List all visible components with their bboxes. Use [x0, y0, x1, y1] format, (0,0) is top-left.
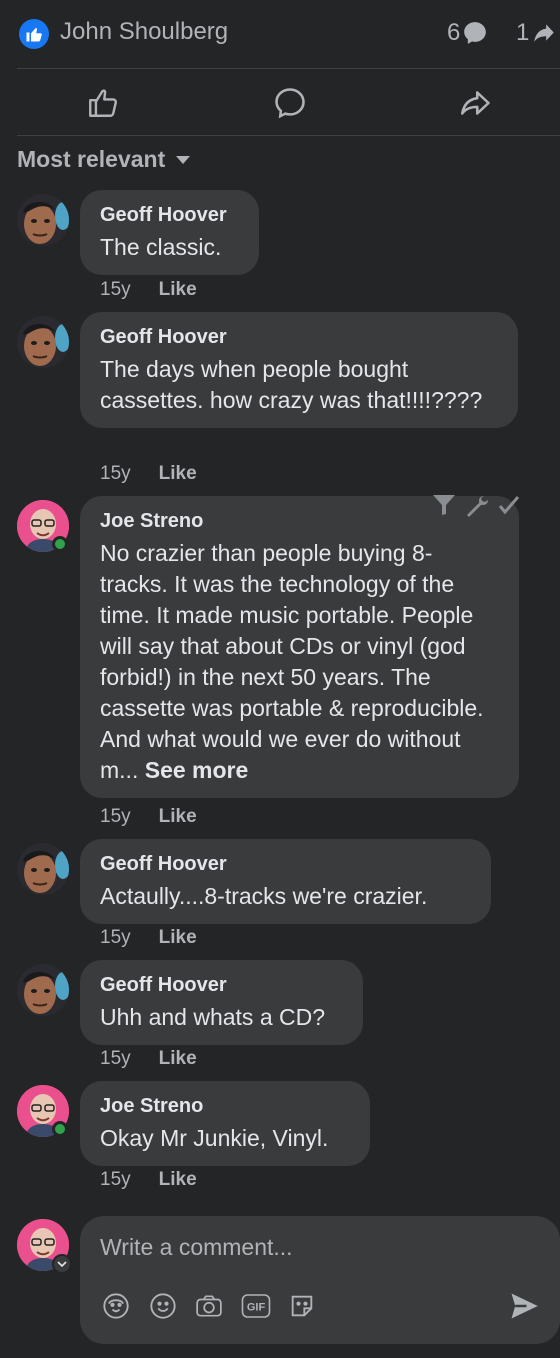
see-more-link[interactable]: See more — [145, 757, 249, 783]
comment-input[interactable] — [100, 1234, 540, 1261]
comment-like-button[interactable]: Like — [159, 1169, 197, 1191]
send-button[interactable] — [508, 1290, 540, 1322]
post-action-bar — [0, 69, 560, 135]
comment-text: The days when people bought cassettes. h… — [100, 356, 483, 413]
filter-icon[interactable] — [432, 494, 456, 516]
like-button[interactable] — [83, 83, 123, 123]
geoff-avatar-icon — [17, 964, 69, 1016]
emoji-button[interactable] — [149, 1292, 177, 1320]
gif-icon: GIF — [241, 1294, 271, 1318]
comment-like-button[interactable]: Like — [159, 806, 197, 828]
camera-icon — [196, 1295, 222, 1317]
camera-button[interactable] — [195, 1292, 223, 1320]
send-icon — [511, 1293, 538, 1319]
online-status-dot — [52, 536, 68, 552]
emoji-icon — [150, 1293, 176, 1319]
avatar-sticker-icon — [103, 1293, 129, 1319]
comment-author[interactable]: Geoff Hoover — [100, 972, 343, 998]
comment-meta: 15y Like — [100, 927, 197, 949]
comment-bubble[interactable]: Geoff Hoover Actaully....8-tracks we're … — [80, 839, 491, 924]
comment-text: No crazier than people buying 8-tracks. … — [100, 538, 499, 786]
share-count[interactable]: 1 — [516, 19, 557, 47]
share-button[interactable] — [455, 83, 495, 123]
wrench-icon[interactable] — [464, 494, 490, 518]
avatar[interactable] — [17, 316, 69, 368]
comment-count-value: 6 — [447, 19, 461, 46]
comment-like-button[interactable]: Like — [159, 463, 197, 485]
like-reaction-badge — [19, 19, 49, 49]
comment-author[interactable]: Geoff Hoover — [100, 324, 498, 350]
thumbs-up-outline-icon — [89, 89, 118, 117]
comment-bubble[interactable]: Joe Streno Okay Mr Junkie, Vinyl. — [80, 1081, 370, 1166]
comment-age[interactable]: 15y — [100, 279, 131, 301]
comment-button[interactable] — [270, 83, 310, 123]
thumbs-up-icon — [26, 28, 42, 42]
chevron-down-icon — [57, 1260, 67, 1267]
avatar-sticker-button[interactable] — [102, 1292, 130, 1320]
comment-text-body: No crazier than people buying 8-tracks. … — [100, 540, 484, 783]
comment-like-button[interactable]: Like — [159, 1048, 197, 1070]
comment-meta: 15y Like — [100, 1048, 197, 1070]
reactor-name-link[interactable]: John Shoulberg — [60, 18, 228, 46]
comment-like-button[interactable]: Like — [159, 927, 197, 949]
avatar[interactable] — [17, 964, 69, 1016]
comment-author[interactable]: Geoff Hoover — [100, 202, 239, 228]
comment-age[interactable]: 15y — [100, 927, 131, 949]
comment-bubble-icon — [464, 22, 487, 44]
gif-button[interactable]: GIF — [241, 1292, 271, 1320]
comment-count[interactable]: 6 — [447, 19, 488, 47]
comment-sort-dropdown[interactable]: Most relevant — [17, 146, 191, 173]
comment-age[interactable]: 15y — [100, 806, 131, 828]
geoff-avatar-icon — [17, 316, 69, 368]
avatar[interactable] — [17, 194, 69, 246]
sticker-icon — [291, 1295, 313, 1317]
avatar[interactable] — [17, 843, 69, 895]
comment-author[interactable]: Joe Streno — [100, 1093, 350, 1119]
moderation-tools — [432, 494, 520, 518]
caret-down-icon — [176, 155, 191, 164]
comment-bubble[interactable]: Geoff Hoover The days when people bought… — [80, 312, 518, 428]
comment-meta: 15y Like — [100, 463, 197, 485]
comment-meta: 15y Like — [100, 279, 197, 301]
comment-bubble[interactable]: Geoff Hoover Uhh and whats a CD? — [80, 960, 363, 1045]
share-arrow-icon — [534, 24, 555, 42]
sort-label: Most relevant — [17, 146, 166, 172]
comment-bubble[interactable]: Joe Streno No crazier than people buying… — [80, 496, 519, 798]
comment-age[interactable]: 15y — [100, 463, 131, 485]
comment-age[interactable]: 15y — [100, 1169, 131, 1191]
comment-meta: 15y Like — [100, 1169, 197, 1191]
comment-author[interactable]: Geoff Hoover — [100, 851, 471, 877]
geoff-avatar-icon — [17, 843, 69, 895]
share-count-value: 1 — [516, 19, 530, 46]
comment-text: Actaully....8-tracks we're crazier. — [100, 883, 428, 909]
comment-age[interactable]: 15y — [100, 1048, 131, 1070]
comment-like-button[interactable]: Like — [159, 279, 197, 301]
comment-text: Okay Mr Junkie, Vinyl. — [100, 1125, 329, 1151]
geoff-avatar-icon — [17, 194, 69, 246]
online-status-dot — [52, 1121, 68, 1137]
gif-label: GIF — [247, 1302, 266, 1314]
divider — [17, 135, 560, 136]
checkmark-icon[interactable] — [498, 494, 520, 516]
comment-composer: GIF — [80, 1216, 560, 1344]
comment-bubble-icon — [275, 88, 305, 119]
comment-meta: 15y Like — [100, 806, 197, 828]
account-switch-button[interactable] — [52, 1254, 72, 1274]
comment-text: Uhh and whats a CD? — [100, 1004, 326, 1030]
reactions-summary-bar: John Shoulberg 6 1 — [0, 0, 560, 68]
share-arrow-outline-icon — [460, 91, 490, 115]
comment-bubble[interactable]: Geoff Hoover The classic. — [80, 190, 259, 275]
comment-text: The classic. — [100, 234, 222, 260]
sticker-button[interactable] — [288, 1292, 316, 1320]
